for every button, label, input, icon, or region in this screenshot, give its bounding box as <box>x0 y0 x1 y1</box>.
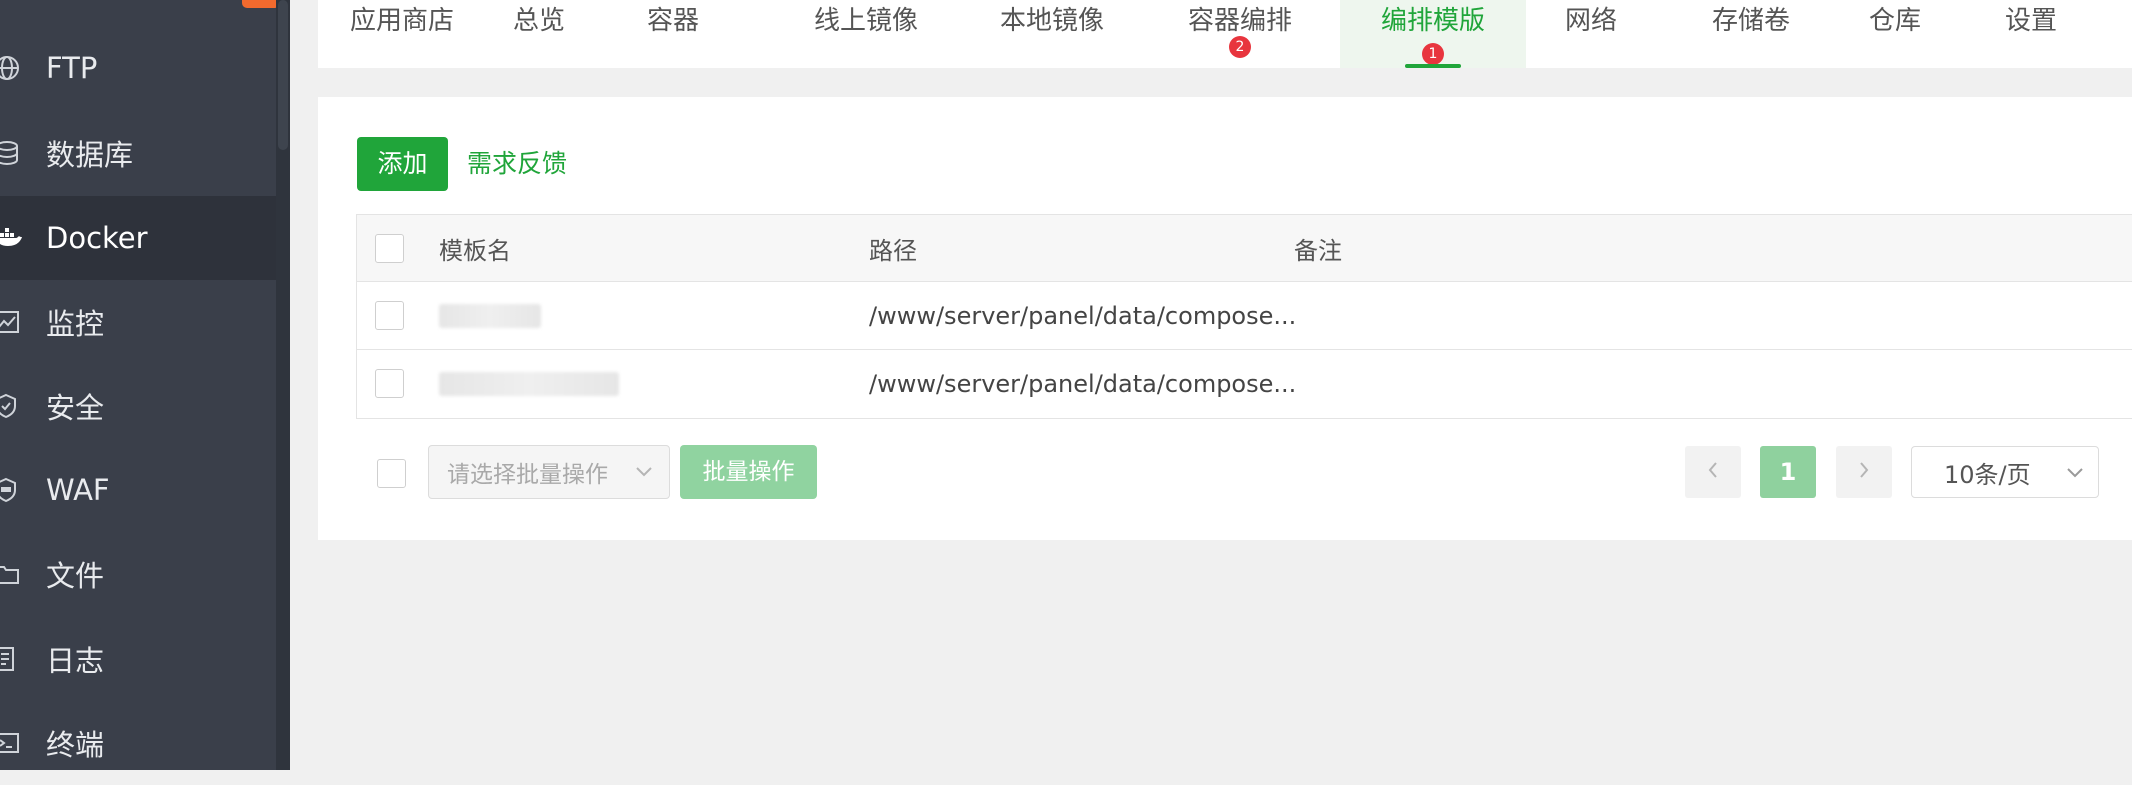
prev-page-button[interactable] <box>1685 446 1741 498</box>
select-all-checkbox[interactable] <box>375 233 404 263</box>
tab-label: 仓库 <box>1868 6 1921 36</box>
sidebar-item-files[interactable]: 文件 <box>0 532 276 616</box>
sidebar-item-ftp[interactable]: FTP <box>0 26 276 110</box>
row-checkbox[interactable] <box>375 301 404 330</box>
footer-select-all-checkbox[interactable] <box>377 459 406 488</box>
table-row: /www/server/panel/data/compose... <box>357 350 2132 417</box>
tab-label: 应用商店 <box>349 6 454 36</box>
table-row: /www/server/panel/data/compose... <box>357 282 2132 350</box>
tab-settings[interactable]: 设置 <box>1982 0 2080 68</box>
sidebar-item-label: 日志 <box>46 644 105 678</box>
tab-label: 线上镜像 <box>813 6 918 36</box>
tab-label: 容器编排 <box>1187 6 1292 36</box>
row-checkbox[interactable] <box>375 369 404 398</box>
sidebar-item-terminal[interactable]: 终端 <box>0 701 276 785</box>
tab-volumes[interactable]: 存储卷 <box>1686 0 1816 68</box>
batch-select-placeholder: 请选择批量操作 <box>447 462 608 488</box>
sidebar-item-logs[interactable]: 日志 <box>0 617 276 701</box>
database-icon <box>0 140 46 166</box>
batch-operation-button[interactable]: 批量操作 <box>680 445 817 499</box>
tab-online-images[interactable]: 线上镜像 <box>788 0 944 68</box>
sidebar-item-label: 终端 <box>46 728 105 762</box>
docker-tabs: 应用商店 总览 容器 线上镜像 本地镜像 容器编排 2 编排模版 1 网络 存储… <box>318 0 2132 68</box>
sidebar-item-security[interactable]: 安全 <box>0 364 276 448</box>
tab-label: 网络 <box>1564 6 1617 36</box>
tab-compose-templates[interactable]: 编排模版 1 <box>1340 0 1526 68</box>
redacted-name <box>439 303 541 328</box>
sidebar-item-label: 监控 <box>46 307 105 341</box>
log-icon <box>0 646 46 672</box>
sidebar-item-label: 文件 <box>46 559 105 593</box>
row-select-cell <box>375 282 404 349</box>
add-template-button[interactable]: 添加 <box>357 137 448 191</box>
globe-icon <box>0 55 46 81</box>
waf-shield-icon <box>0 477 46 503</box>
sidebar-item-monitor[interactable]: 监控 <box>0 280 276 364</box>
sidebar-item-label: WAF <box>46 473 110 507</box>
column-header-name[interactable]: 模板名 <box>439 215 511 281</box>
sidebar-item-docker[interactable]: Docker <box>0 196 276 280</box>
tab-label: 本地镜像 <box>999 6 1104 36</box>
template-count-badge: 1 <box>1422 43 1444 65</box>
chevron-right-icon <box>1855 459 1873 485</box>
template-name-cell <box>439 282 541 349</box>
page-size-select[interactable]: 10条/页 <box>1911 446 2099 498</box>
sidebar-item-label: 安全 <box>46 391 105 425</box>
tab-local-images[interactable]: 本地镜像 <box>974 0 1130 68</box>
redacted-name <box>439 371 619 396</box>
tab-overview[interactable]: 总览 <box>490 0 588 68</box>
column-header-remark[interactable]: 备注 <box>1294 215 1342 281</box>
tab-registry[interactable]: 仓库 <box>1846 0 1944 68</box>
tab-label: 设置 <box>2004 6 2057 36</box>
chevron-down-icon <box>2064 461 2086 489</box>
brand-badge <box>242 0 280 8</box>
current-page-button[interactable]: 1 <box>1760 446 1816 498</box>
tab-label: 容器 <box>646 6 699 36</box>
sidebar-item-label: 数据库 <box>46 138 134 172</box>
docker-icon <box>0 226 46 250</box>
sidebar-item-label: Docker <box>46 221 148 255</box>
folder-icon <box>0 563 46 585</box>
page-size-value: 10条/页 <box>1944 460 2031 489</box>
tab-container-compose[interactable]: 容器编排 2 <box>1160 0 1320 68</box>
feedback-link[interactable]: 需求反馈 <box>467 137 567 191</box>
compose-template-panel: 添加 需求反馈 模板名 路径 备注 /www/server/panel/data… <box>318 97 2132 540</box>
sidebar: FTP 数据库 Docker 监控 安全 WAF 文件 日志 终端 <box>0 0 290 770</box>
sidebar-item-waf[interactable]: WAF <box>0 448 276 532</box>
select-all-cell <box>375 215 404 281</box>
compose-count-badge: 2 <box>1229 36 1251 58</box>
tab-containers[interactable]: 容器 <box>624 0 722 68</box>
column-header-path[interactable]: 路径 <box>869 215 917 281</box>
sidebar-scroll-thumb[interactable] <box>278 0 288 150</box>
row-select-cell <box>375 350 404 417</box>
tab-label: 编排模版 <box>1380 6 1485 36</box>
template-table: 模板名 路径 备注 /www/server/panel/data/compose… <box>356 214 2132 419</box>
active-tab-underline <box>1405 64 1461 68</box>
template-name-cell <box>439 350 619 417</box>
table-header: 模板名 路径 备注 <box>357 215 2132 282</box>
tab-label: 存储卷 <box>1711 6 1790 36</box>
tab-label: 总览 <box>512 6 565 36</box>
template-path-cell: /www/server/panel/data/compose... <box>869 369 1297 398</box>
chevron-left-icon <box>1704 459 1722 485</box>
sidebar-scrollbar[interactable] <box>276 0 290 770</box>
tab-app-store[interactable]: 应用商店 <box>324 0 480 68</box>
next-page-button[interactable] <box>1836 446 1892 498</box>
shield-icon <box>0 393 46 419</box>
footer-select-all-cell <box>377 459 406 488</box>
chevron-down-icon <box>633 460 655 488</box>
tab-network[interactable]: 网络 <box>1542 0 1640 68</box>
terminal-icon <box>0 732 46 754</box>
template-path-cell: /www/server/panel/data/compose... <box>869 301 1297 330</box>
batch-operation-select[interactable]: 请选择批量操作 <box>428 445 670 499</box>
sidebar-item-database[interactable]: 数据库 <box>0 111 276 195</box>
sidebar-item-label: FTP <box>46 51 98 85</box>
monitor-chart-icon <box>0 310 46 334</box>
